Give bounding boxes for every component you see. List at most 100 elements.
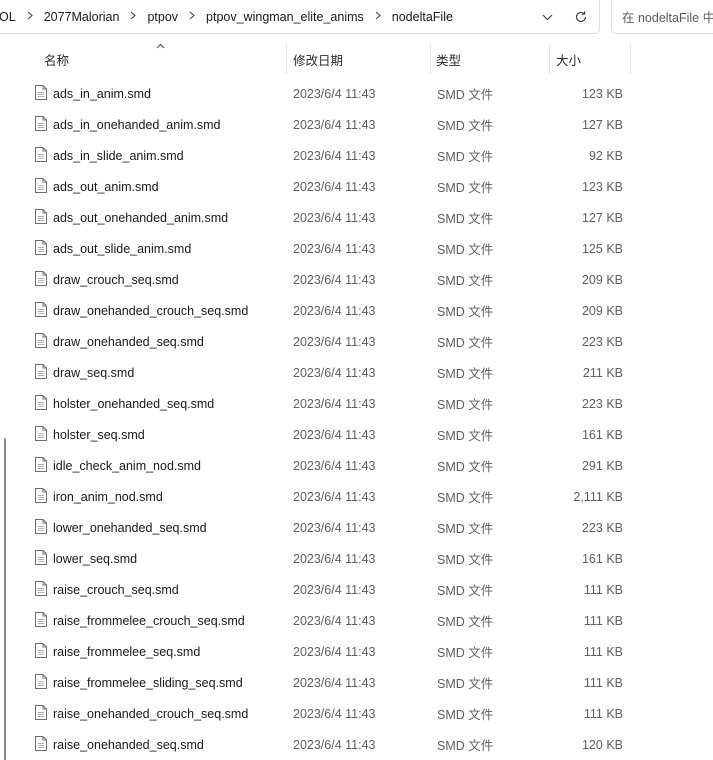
file-row[interactable]: lower_seq.smd 2023/6/4 11:43 SMD 文件 161 KB	[0, 543, 713, 574]
file-date: 2023/6/4 11:43	[293, 241, 376, 256]
file-row[interactable]: lower_onehanded_seq.smd 2023/6/4 11:43 SMD…	[0, 512, 713, 543]
chevron-down-icon[interactable]	[538, 8, 556, 26]
file-name: ads_out_anim.smd	[53, 179, 159, 194]
file-icon	[35, 147, 47, 162]
file-row[interactable]: draw_seq.smd 2023/6/4 11:43 SMD 文件 211 KB	[0, 357, 713, 388]
address-bar: OL 2077Malorian ptpov ptpov_wingman_elite_a…	[0, 0, 713, 36]
breadcrumb-item[interactable]: nodeltaFile	[388, 10, 457, 24]
file-name: ads_in_slide_anim.smd	[53, 148, 184, 163]
file-type: SMD 文件	[437, 429, 494, 443]
file-size: 223 KB	[581, 396, 623, 411]
column-type-label: 类型	[436, 53, 462, 68]
file-row[interactable]: ads_in_anim.smd 2023/6/4 11:43 SMD 文件 123 K…	[0, 78, 713, 109]
file-row[interactable]: raise_frommelee_sliding_seq.smd 2023/6/4 …	[0, 667, 713, 698]
file-row[interactable]: raise_onehanded_crouch_seq.smd 2023/6/4 1…	[0, 698, 713, 729]
file-name: ads_out_onehanded_anim.smd	[53, 210, 229, 225]
file-type: SMD 文件	[437, 553, 494, 567]
file-icon	[35, 643, 47, 658]
file-date: 2023/6/4 11:43	[293, 179, 376, 194]
chevron-right-icon[interactable]	[123, 11, 143, 23]
file-icon	[35, 333, 47, 348]
file-row[interactable]: draw_onehanded_crouch_seq.smd 2023/6/4 11…	[0, 295, 713, 326]
file-icon	[35, 674, 47, 689]
file-type: SMD 文件	[437, 522, 494, 536]
file-row[interactable]: idle_check_anim_nod.smd 2023/6/4 11:43 SMD…	[0, 450, 713, 481]
file-icon	[35, 302, 47, 317]
file-row[interactable]: raise_frommelee_seq.smd 2023/6/4 11:43 SMD…	[0, 636, 713, 667]
file-size: 92 KB	[588, 148, 623, 163]
file-name: raise_onehanded_crouch_seq.smd	[53, 706, 249, 721]
file-size: 2,111 KB	[573, 489, 623, 504]
file-type: SMD 文件	[437, 150, 494, 164]
refresh-icon[interactable]	[570, 7, 592, 27]
file-size: 223 KB	[581, 520, 623, 535]
file-icon	[35, 209, 47, 224]
file-date: 2023/6/4 11:43	[293, 334, 376, 349]
file-name: raise_frommelee_seq.smd	[53, 644, 201, 659]
column-type[interactable]: 类型	[428, 40, 549, 78]
file-row[interactable]: ads_out_onehanded_anim.smd 2023/6/4 11:43…	[0, 202, 713, 233]
file-icon	[35, 457, 47, 472]
breadcrumb-item[interactable]: OL	[0, 10, 20, 24]
search-input[interactable]: 在 nodeltaFile 中	[611, 0, 713, 34]
file-name: raise_frommelee_crouch_seq.smd	[53, 613, 245, 628]
file-date: 2023/6/4 11:43	[293, 210, 376, 225]
file-row[interactable]: ads_out_anim.smd 2023/6/4 11:43 SMD 文件 123 …	[0, 171, 713, 202]
file-icon	[35, 550, 47, 565]
file-row[interactable]: draw_onehanded_seq.smd 2023/6/4 11:43 SMD …	[0, 326, 713, 357]
file-icon	[35, 426, 47, 441]
file-row[interactable]: holster_seq.smd 2023/6/4 11:43 SMD 文件 161 K…	[0, 419, 713, 450]
chevron-right-icon[interactable]	[20, 11, 40, 23]
file-row[interactable]: ads_out_slide_anim.smd 2023/6/4 11:43 SMD …	[0, 233, 713, 264]
file-icon	[35, 519, 47, 534]
file-size: 291 KB	[581, 458, 623, 473]
file-date: 2023/6/4 11:43	[293, 520, 376, 535]
file-date: 2023/6/4 11:43	[293, 706, 376, 721]
file-size: 123 KB	[581, 86, 623, 101]
column-size[interactable]: 大小	[548, 40, 630, 78]
column-divider[interactable]	[630, 44, 631, 74]
file-size: 125 KB	[581, 241, 623, 256]
file-type: SMD 文件	[437, 212, 494, 226]
chevron-right-icon[interactable]	[368, 11, 388, 23]
file-date: 2023/6/4 11:43	[293, 675, 376, 690]
file-icon	[35, 612, 47, 627]
file-type: SMD 文件	[437, 336, 494, 350]
file-type: SMD 文件	[437, 243, 494, 257]
file-row[interactable]: ads_in_onehanded_anim.smd 2023/6/4 11:43 S…	[0, 109, 713, 140]
column-date[interactable]: 修改日期	[285, 40, 429, 78]
file-date: 2023/6/4 11:43	[293, 272, 376, 287]
breadcrumb-item[interactable]: 2077Malorian	[40, 10, 124, 24]
file-icon	[35, 271, 47, 286]
file-date: 2023/6/4 11:43	[293, 86, 376, 101]
column-name[interactable]: 名称	[36, 40, 286, 78]
chevron-right-icon[interactable]	[182, 11, 202, 23]
file-size: 111 KB	[583, 644, 623, 659]
file-row[interactable]: raise_crouch_seq.smd 2023/6/4 11:43 SMD 文件…	[0, 574, 713, 605]
file-size: 123 KB	[581, 179, 623, 194]
breadcrumb[interactable]: OL 2077Malorian ptpov ptpov_wingman_elite_a…	[0, 0, 600, 34]
file-size: 120 KB	[581, 737, 623, 752]
file-date: 2023/6/4 11:43	[293, 117, 376, 132]
file-type: SMD 文件	[437, 367, 494, 381]
file-row[interactable]: iron_anim_nod.smd 2023/6/4 11:43 SMD 文件 2,1…	[0, 481, 713, 512]
file-row[interactable]: raise_frommelee_crouch_seq.smd 2023/6/4 1…	[0, 605, 713, 636]
file-icon	[35, 395, 47, 410]
breadcrumb-item[interactable]: ptpov_wingman_elite_anims	[202, 10, 368, 24]
column-size-label: 大小	[556, 53, 582, 68]
file-row[interactable]: holster_onehanded_seq.smd 2023/6/4 11:43 S…	[0, 388, 713, 419]
file-type: SMD 文件	[437, 584, 494, 598]
file-size: 209 KB	[581, 303, 623, 318]
file-date: 2023/6/4 11:43	[293, 613, 376, 628]
file-icon	[35, 364, 47, 379]
file-name: draw_onehanded_crouch_seq.smd	[53, 303, 249, 318]
file-type: SMD 文件	[437, 708, 494, 722]
file-date: 2023/6/4 11:43	[293, 148, 376, 163]
breadcrumb-item[interactable]: ptpov	[143, 10, 182, 24]
file-icon	[35, 85, 47, 100]
file-row[interactable]: ads_in_slide_anim.smd 2023/6/4 11:43 SMD 文…	[0, 140, 713, 171]
file-name: raise_onehanded_seq.smd	[53, 737, 204, 752]
file-type: SMD 文件	[437, 677, 494, 691]
file-row[interactable]: draw_crouch_seq.smd 2023/6/4 11:43 SMD 文件 2…	[0, 264, 713, 295]
file-row[interactable]: raise_onehanded_seq.smd 2023/6/4 11:43 SMD…	[0, 729, 713, 760]
